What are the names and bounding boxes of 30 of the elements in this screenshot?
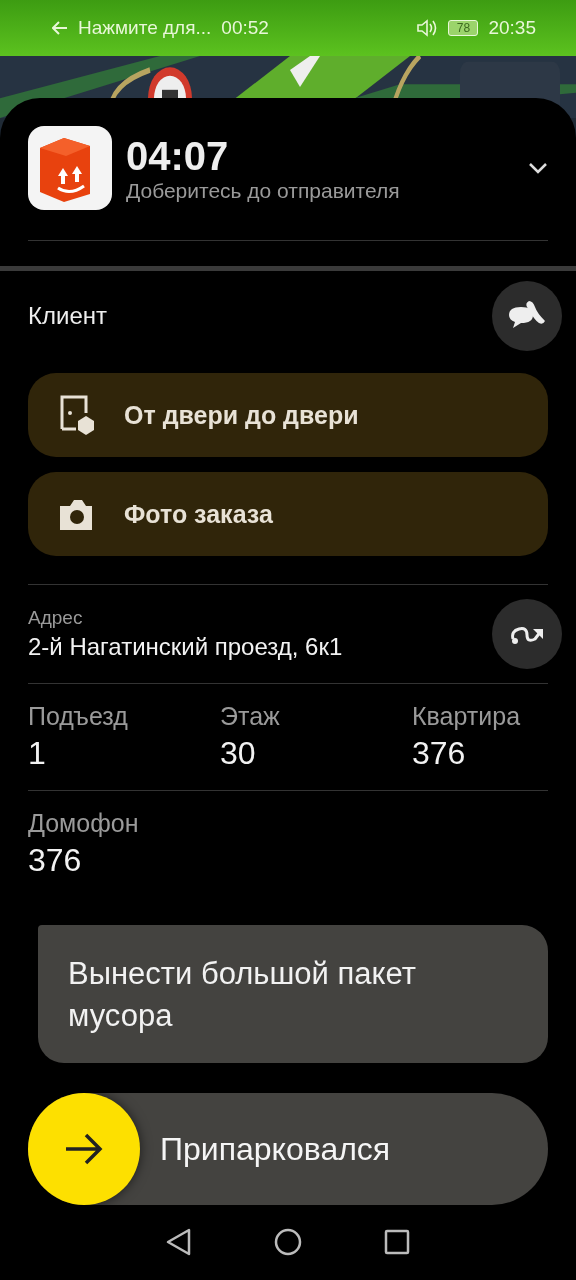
address-label: Адрес (28, 607, 84, 629)
status-text: Доберитесь до отправителя (126, 179, 401, 203)
detail-label: Квартира (412, 702, 522, 731)
timer-text: 04:07 (126, 133, 230, 179)
box-app-icon (28, 126, 112, 210)
detail-value: 1 (28, 735, 47, 772)
comment-text: Вынести большой пакет мусора (68, 956, 416, 1033)
clock-time: 20:35 (488, 17, 536, 39)
swipe-slider[interactable]: Припарковался (28, 1093, 548, 1205)
client-label: Клиент (28, 302, 107, 330)
detail-label: Этаж (220, 702, 281, 731)
intercom-label: Домофон (28, 809, 140, 838)
address-value: 2-й Нагатинский проезд, 6к1 (28, 633, 343, 661)
door-icon (58, 393, 96, 437)
battery-level: 78 (448, 20, 479, 36)
detail-value: 376 (412, 735, 467, 772)
detail-value: 30 (220, 735, 257, 772)
back-icon[interactable] (166, 1228, 192, 1256)
back-arrow-icon[interactable] (52, 21, 68, 35)
recents-icon[interactable] (384, 1229, 410, 1255)
speaker-icon (416, 18, 439, 38)
detail-label: Подъезд (28, 702, 129, 731)
slider-handle[interactable] (28, 1093, 140, 1205)
home-icon[interactable] (274, 1228, 302, 1256)
call-timer: 00:52 (221, 17, 269, 39)
slider-label: Припарковался (160, 1130, 391, 1168)
intercom-value: 376 (28, 842, 83, 879)
chevron-down-icon[interactable] (528, 162, 548, 174)
action-button[interactable]: Фото заказа (28, 472, 548, 556)
action-button[interactable]: От двери до двери (28, 373, 548, 457)
